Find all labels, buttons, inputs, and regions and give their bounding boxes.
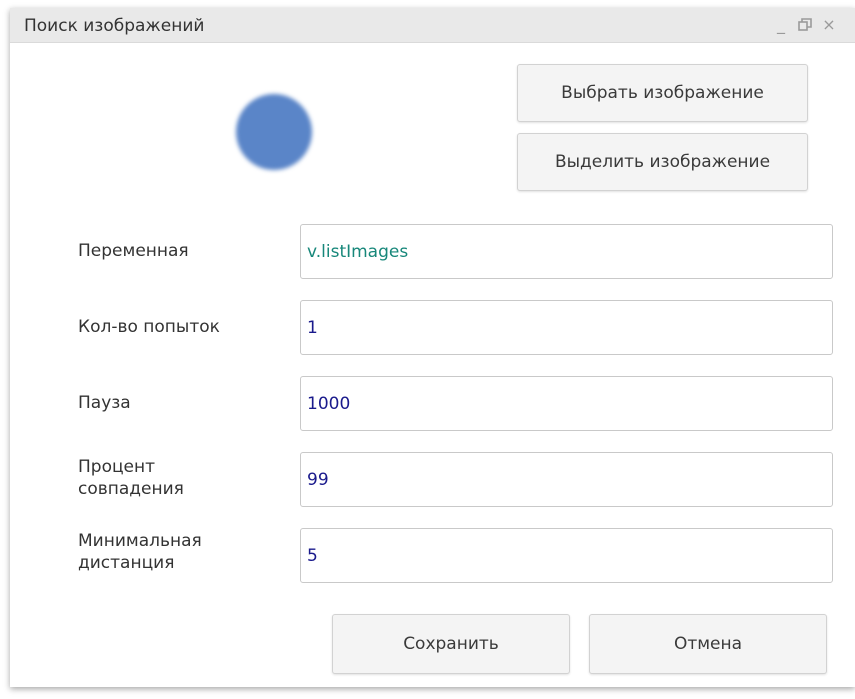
attempts-field[interactable]	[300, 300, 833, 355]
min-distance-label: Минимальная дистанция	[78, 530, 202, 574]
min-distance-label-line2: дистанция	[78, 553, 175, 573]
image-preview	[236, 94, 312, 170]
image-search-dialog: Поиск изображений _ × Выбрать изображени…	[10, 8, 855, 687]
select-image-button[interactable]: Выбрать изображение	[517, 64, 808, 122]
min-distance-field[interactable]	[300, 528, 833, 583]
pause-field[interactable]	[300, 376, 833, 431]
window-title: Поиск изображений	[24, 16, 205, 36]
min-distance-label-line1: Минимальная	[78, 531, 202, 551]
match-percent-label-line1: Процент	[78, 457, 156, 477]
variable-field[interactable]	[300, 224, 833, 279]
match-percent-field[interactable]	[300, 452, 833, 507]
close-icon[interactable]: ×	[818, 14, 840, 36]
match-percent-label: Процент совпадения	[78, 456, 184, 500]
title-bar[interactable]: Поиск изображений _ ×	[10, 8, 855, 43]
variable-label: Переменная	[78, 241, 189, 261]
cancel-button[interactable]: Отмена	[589, 614, 827, 674]
restore-icon[interactable]	[794, 14, 816, 36]
attempts-label: Кол-во попыток	[78, 317, 220, 337]
pause-label: Пауза	[78, 393, 131, 413]
highlight-image-button[interactable]: Выделить изображение	[517, 133, 808, 191]
match-percent-label-line2: совпадения	[78, 479, 184, 499]
save-button[interactable]: Сохранить	[332, 614, 570, 674]
minimize-icon[interactable]: _	[770, 14, 792, 36]
